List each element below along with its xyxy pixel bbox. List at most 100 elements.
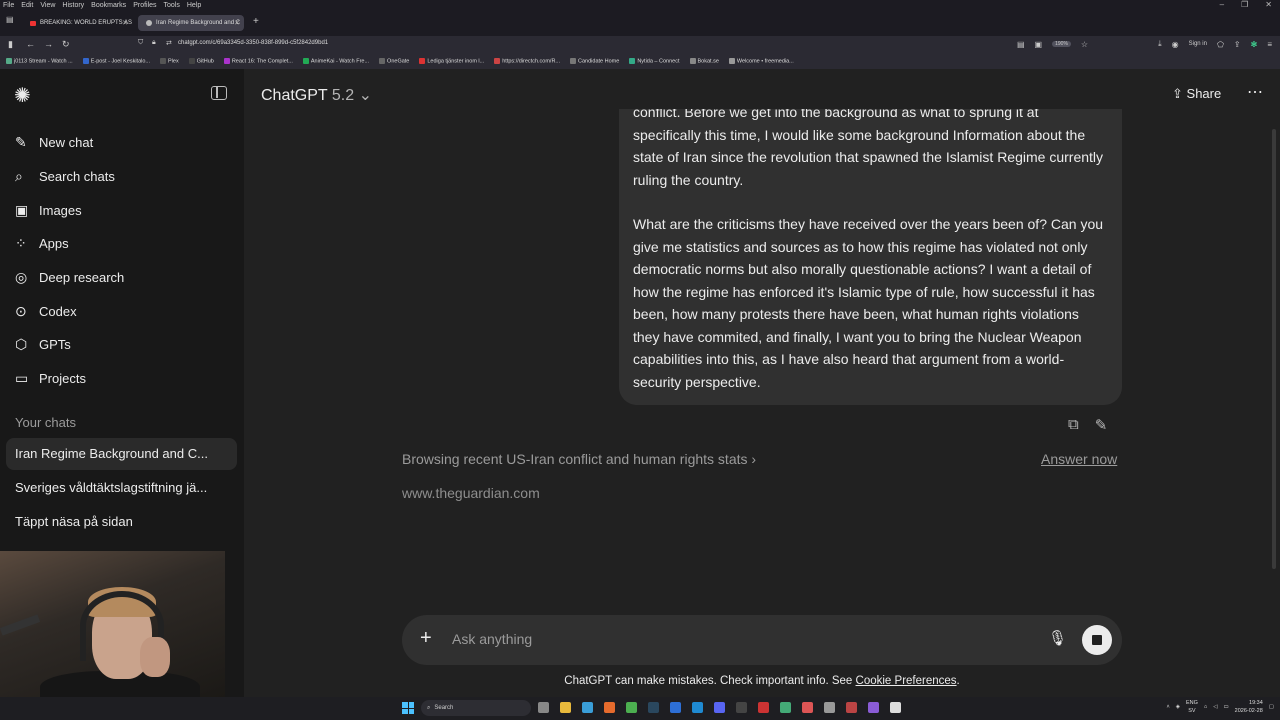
edge-icon[interactable] [582,702,593,713]
file-explorer-icon[interactable] [560,702,571,713]
firefox-icon[interactable] [604,702,615,713]
sidebar-item-search-chats[interactable]: ⌕ Search chats [15,164,115,188]
reader-icon[interactable]: ▤ [1017,40,1025,49]
task-view-icon[interactable] [538,702,549,713]
app-icon[interactable] [802,702,813,713]
plus-icon[interactable]: + [420,627,432,650]
clock[interactable]: 19:34 2026-02-28 [1235,699,1263,715]
menu-tools[interactable]: Tools [164,2,180,9]
app-icon[interactable] [780,702,791,713]
bookmark-item[interactable]: React 16: The Complet... [223,58,293,65]
tray-chevron-icon[interactable]: ˄ [1167,704,1170,710]
bookmark-item[interactable]: AnimeKai - Watch Fre... [302,58,369,65]
download-icon[interactable]: ⤓ [1158,39,1162,49]
sidebar-item-deep-research[interactable]: ◎ Deep research [15,265,124,289]
menu-edit[interactable]: Edit [21,2,33,9]
sidebar-item-apps[interactable]: ⁘ Apps [15,231,69,255]
sidebar-toggle-icon[interactable]: ▮ [8,39,13,50]
edit-pencil-icon[interactable]: ✎ [1095,416,1108,434]
language-indicator[interactable]: ENG SV [1186,699,1198,715]
close-window-icon[interactable]: ✕ [1265,0,1272,9]
app-icon[interactable] [824,702,835,713]
tray-app-icon[interactable]: ◈ [1176,704,1180,710]
url-bar[interactable]: chatgpt.com/c/69a3345d-3350-838f-899d-c5… [178,40,328,46]
share-button[interactable]: ⇪ Share [1172,86,1221,102]
sidebar-item-new-chat[interactable]: ✎ New chat [15,130,93,154]
bookmark-item[interactable]: https://directch.com/R... [494,58,560,65]
bookmark-item[interactable]: GitHub [188,58,214,65]
app-icon[interactable] [846,702,857,713]
cookie-preferences-link[interactable]: Cookie Preferences [856,675,957,687]
notepad-icon[interactable] [890,702,901,713]
reload-icon[interactable]: ↻ [62,39,70,50]
zoom-level[interactable]: 190% [1052,41,1071,47]
bookmark-item[interactable]: Lediga tjänster inom l... [419,58,484,65]
sidebar-item-gpts[interactable]: ⬡ GPTs [15,332,71,356]
menu-help[interactable]: Help [187,2,201,9]
bookmark-item[interactable]: Plex [160,58,179,65]
extensions-icon[interactable]: ⬠ [1217,40,1224,49]
menu-history[interactable]: History [62,2,84,9]
shield-icon[interactable]: ⛉ [138,39,143,47]
openai-logo-icon[interactable]: ✺ [14,83,31,108]
prompt-input[interactable]: Ask anything [452,631,532,647]
close-tab-icon[interactable]: ✕ [122,19,128,27]
bookmark-item[interactable]: E-post - Joel Keskitalo... [82,58,150,65]
stop-generating-button[interactable] [1082,625,1112,655]
menu-file[interactable]: File [3,2,14,9]
tab-list-icon[interactable]: ▤ [6,15,14,24]
chat-history-item[interactable]: Täppt näsa på sidan [15,514,215,534]
minimize-icon[interactable]: – [1220,0,1224,9]
chat-history-item[interactable]: Sveriges våldtäktslagstiftning jä... [15,480,215,500]
extension-icon[interactable]: ✻ [1251,40,1258,49]
tab-youtube[interactable]: BREAKING: WORLD ERUPTS AS ✕ [22,15,132,31]
notification-icon[interactable]: ▢ [1269,704,1274,710]
restore-icon[interactable]: ❐ [1241,0,1248,9]
app-icon[interactable] [736,702,747,713]
bookmark-item[interactable]: Nytida – Connect [629,58,680,65]
menu-view[interactable]: View [40,2,55,9]
copy-icon[interactable]: ⧉ [1068,416,1079,434]
taskbar-search[interactable]: ⌕ Search [421,700,531,716]
sign-in-button[interactable]: Sign in [1189,41,1207,47]
screenshot-icon[interactable]: ▣ [1035,40,1043,49]
vscode-icon[interactable] [692,702,703,713]
model-selector[interactable]: ChatGPT 5.2 ⌄ [261,85,372,105]
steam-icon[interactable] [648,702,659,713]
app-icon[interactable] [868,702,879,713]
bookmark-item[interactable]: Bokat.se [689,58,719,65]
scrollbar[interactable] [1272,129,1276,569]
bookmark-item[interactable]: j0113 Stream - Watch ... [6,58,73,65]
close-tab-icon[interactable]: ✕ [234,19,240,27]
back-icon[interactable]: ← [26,39,35,49]
sidebar-item-codex[interactable]: ⊙ Codex [15,299,77,323]
sidebar-item-images[interactable]: ▣ Images [15,198,82,222]
volume-icon[interactable]: ◁ [1213,704,1217,710]
app-icon[interactable] [758,702,769,713]
account-icon[interactable]: ◉ [1172,40,1179,49]
sidebar-item-projects[interactable]: ▭ Projects [15,366,86,390]
bookmark-item[interactable]: OneGate [379,58,409,65]
more-options-icon[interactable]: ⋯ [1247,82,1264,102]
network-icon[interactable]: ⌂ [1204,704,1207,710]
battery-icon[interactable]: ▭ [1223,704,1228,710]
app-icon[interactable] [670,702,681,713]
bookmark-star-icon[interactable]: ☆ [1081,40,1088,49]
menu-icon[interactable]: ≡ [1267,40,1272,49]
microphone-icon[interactable]: 🎙︎ [1048,629,1067,647]
new-tab-icon[interactable]: + [253,16,259,27]
chrome-icon[interactable] [626,702,637,713]
windows-start-icon[interactable] [402,702,414,714]
bookmark-item[interactable]: Candidate Home [570,58,619,65]
tab-chatgpt[interactable]: Iran Regime Background and C ✕ [138,15,244,31]
share-icon[interactable]: ⇪ [1234,40,1241,49]
discord-icon[interactable] [714,702,725,713]
menu-bookmarks[interactable]: Bookmarks [91,2,126,9]
page-info-icon[interactable]: ⇄ [166,39,172,47]
bookmark-item[interactable]: Welcome • freemedia... [728,58,794,65]
chat-history-item[interactable]: Iran Regime Background and C... [15,446,215,466]
answer-now-link[interactable]: Answer now [1041,451,1117,467]
forward-icon[interactable]: → [44,39,53,49]
menu-profiles[interactable]: Profiles [133,2,156,9]
browsing-status[interactable]: Browsing recent US-Iran conflict and hum… [402,451,756,467]
